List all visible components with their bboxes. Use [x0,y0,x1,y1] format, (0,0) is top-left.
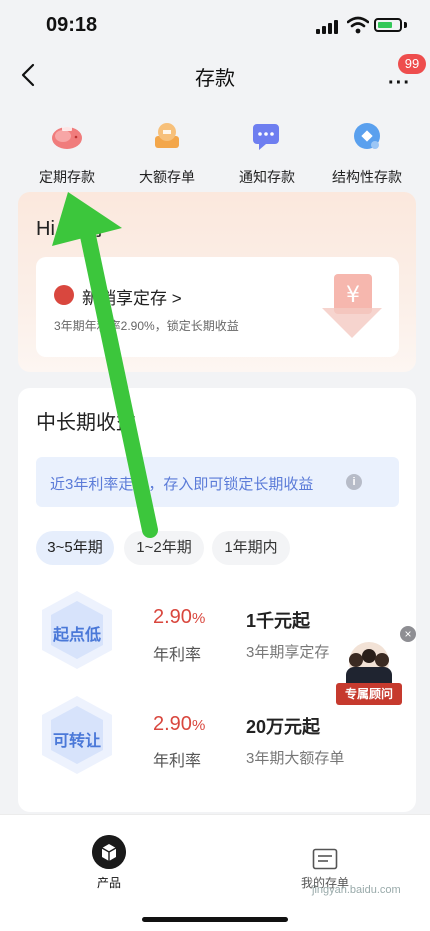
yuan-coin-art-icon: ¥ [322,274,382,338]
notification-badge: 99 [398,54,426,74]
bottom-nav [0,814,430,931]
category-fixed-deposit[interactable]: 定期存款 [17,118,117,187]
promo-title[interactable]: 新销享定存 > [82,284,182,309]
promo-art-glyph: ¥ [346,283,360,308]
rate-value: 2.90 [153,713,192,735]
battery-icon [374,18,402,32]
cellular-signal-icon [316,20,340,34]
bank-badge-icon [54,285,74,305]
category-label: 通知存款 [239,169,295,185]
blue-coin-icon [354,123,380,149]
greeting-text: Hi, 午好~ [36,218,118,240]
category-structured-deposit[interactable]: 结构性存款 [317,118,417,187]
info-icon[interactable]: i [346,474,362,490]
deposit-receipt-icon[interactable] [312,848,338,870]
page-title: 存款 [195,68,235,90]
advisor-label[interactable]: 专属顾问 [336,683,402,705]
message-icon [253,124,279,150]
min-amount[interactable]: 1千元起 [246,607,310,633]
rate-label: 年利率 [153,647,202,664]
category-label: 定期存款 [39,169,95,185]
watermark: jingyan.baidu.com [312,884,401,896]
status-time: 09:18 [46,14,98,36]
more-menu-button[interactable]: ··· [388,72,411,95]
product-badge: 可转让 [52,733,101,750]
home-indicator [142,917,288,922]
rate-unit: % [191,717,206,734]
nav-product-label[interactable]: 产品 [84,874,134,891]
product-badge: 起点低 [52,627,101,644]
category-notice-deposit[interactable]: 通知存款 [217,118,317,187]
product-rate: 2.90% [153,713,205,736]
tab-1-2-years[interactable]: 1~2年期 [124,531,204,565]
category-label: 大额存单 [139,169,195,185]
wifi-icon [347,16,369,34]
category-label: 结构性存款 [332,169,402,185]
tip-text: 近3年利率走势，存入即可锁定长期收益 [50,476,314,493]
battery-tip [404,22,407,28]
category-large-cd[interactable]: 大额存单 [117,118,217,187]
rate-label: 年利率 [153,753,202,770]
product-name: 3年期大额存单 [246,750,345,767]
rate-unit: % [191,610,206,627]
tab-3-5-years[interactable]: 3~5年期 [36,531,114,565]
close-icon[interactable]: × [400,626,416,642]
product-rate: 2.90% [153,606,205,629]
min-amount[interactable]: 20万元起 [246,713,320,739]
product-name: 3年期享定存 [246,644,330,661]
rate-value: 2.90 [153,606,192,628]
tab-within-1-year[interactable]: 1年期内 [212,531,290,565]
piggy-bank-icon [52,127,82,149]
section-title: 中长期收益 [36,412,136,434]
product-box-icon[interactable] [92,835,126,869]
coin-stack-icon [155,123,179,148]
promo-description: 3年期年利率2.90%，锁定长期收益 [54,319,239,333]
